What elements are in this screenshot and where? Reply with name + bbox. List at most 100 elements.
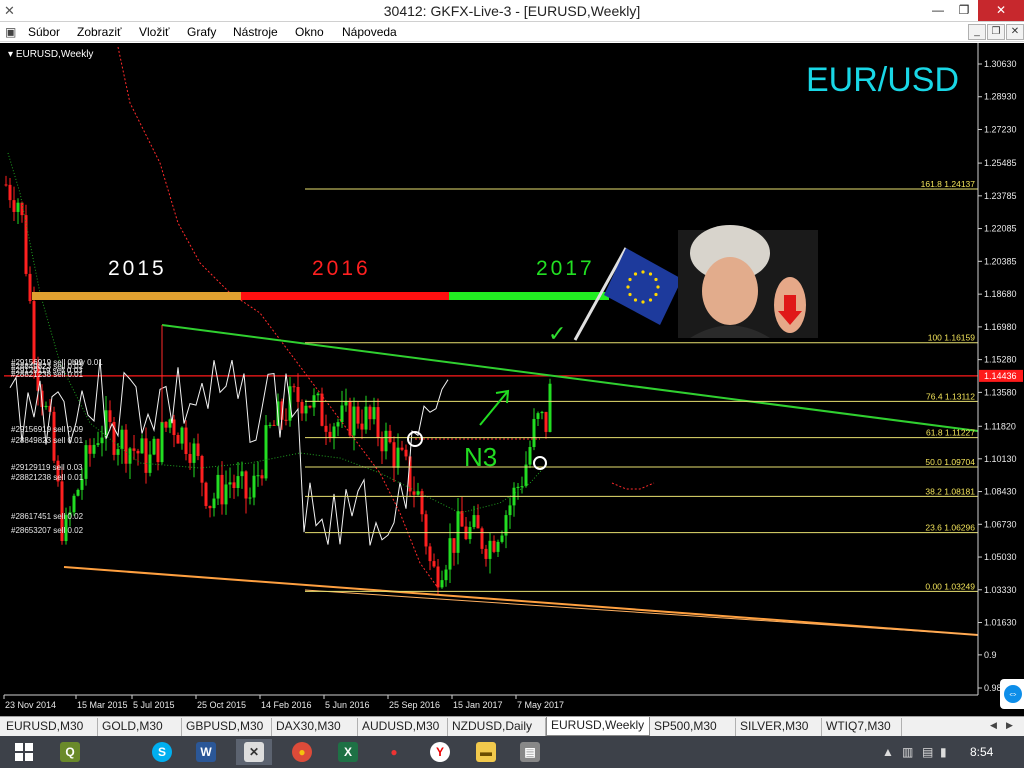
candle-body	[492, 540, 496, 552]
candle-body	[188, 454, 192, 463]
portrait-face	[702, 257, 758, 325]
symbol-tab[interactable]: WTIQ7,M30	[822, 718, 902, 736]
candle-body	[356, 406, 360, 424]
candle-body	[340, 405, 344, 423]
candle-body	[264, 425, 268, 479]
candle-body	[532, 418, 536, 448]
flag-star	[656, 285, 660, 289]
maximize-button[interactable]: ❐	[950, 0, 978, 21]
flag-star	[633, 272, 638, 276]
year-bar-2017	[449, 292, 609, 300]
taskbar-word[interactable]: W	[188, 739, 224, 765]
menu-window[interactable]: Okno	[295, 25, 324, 39]
start-button[interactable]	[4, 739, 44, 765]
price-tick-label: 1.06730	[984, 519, 1017, 529]
taskbar-media[interactable]: ▤	[512, 739, 548, 765]
tab-scroll-right-icon[interactable]: ▶	[1006, 720, 1013, 731]
folder-icon: ▬	[476, 742, 496, 763]
tray-expand-icon[interactable]: ▲	[882, 745, 894, 759]
taskbar-skype[interactable]: S	[144, 739, 180, 765]
skype-icon: S	[152, 742, 172, 763]
candle-body	[152, 438, 156, 455]
candle-body	[212, 498, 216, 509]
candle-body	[32, 301, 36, 364]
mdi-restore-button[interactable]: ❐	[987, 24, 1005, 40]
menu-insert[interactable]: Vložiť	[139, 25, 170, 39]
tray-network-icon[interactable]: ▥	[902, 745, 913, 759]
mdi-close-button[interactable]: ✕	[1006, 24, 1024, 40]
chart-area[interactable]: 161.8 1.24137 100 1.16159 76.4 1.13112 61.8…	[0, 43, 1024, 716]
symbol-tab[interactable]: GOLD,M30	[98, 718, 182, 736]
symbol-label: ▾ EURUSD,Weekly	[8, 49, 94, 60]
taskbar-mt4[interactable]: ✕	[236, 739, 272, 765]
symbol-text: EURUSD,Weekly	[15, 49, 94, 60]
year-label: 2015	[108, 257, 167, 280]
symbol-tab[interactable]: GBPUSD,M30	[182, 718, 272, 736]
candle-body	[156, 438, 160, 463]
taskbar-yandex[interactable]: Y	[422, 739, 458, 765]
candle-body	[236, 476, 240, 489]
symbol-tab[interactable]: SP500,M30	[650, 718, 736, 736]
fib-level-label: 61.8 1.11227	[926, 428, 975, 438]
candle-body	[228, 482, 232, 485]
excel-icon: X	[338, 742, 358, 763]
teamviewer-icon[interactable]: ⇔	[1004, 685, 1022, 703]
candle-body	[248, 497, 252, 499]
candle-body	[300, 401, 304, 414]
parabolic-sar-line	[117, 46, 439, 589]
teamviewer-badge[interactable]: ⇔	[1000, 679, 1024, 709]
fib-level-label: 100 1.16159	[928, 333, 976, 343]
taskbar-chrome[interactable]: ●	[284, 739, 320, 765]
taskbar-clock[interactable]: 8:54	[970, 745, 993, 759]
candle-body	[200, 455, 204, 483]
symbol-tab[interactable]: EURUSD,Weekly	[546, 717, 650, 736]
candle-body	[372, 407, 376, 420]
candle-body	[540, 411, 544, 414]
taskbar-file-explorer[interactable]: ▬	[468, 739, 504, 765]
tray-signal-icon[interactable]: ▮	[940, 745, 947, 759]
minimize-button[interactable]: —	[924, 0, 952, 21]
candle-body	[204, 482, 208, 506]
candle-body	[100, 437, 104, 444]
candle-body	[444, 569, 448, 581]
symbol-tab[interactable]: AUDUSD,M30	[358, 718, 448, 736]
fib-level-label: 38.2 1.08181	[925, 486, 975, 496]
mdi-minimize-button[interactable]: _	[968, 24, 986, 40]
date-tick-label: 15 Mar 2015	[77, 700, 128, 710]
price-chart[interactable]: 161.8 1.24137 100 1.16159 76.4 1.13112 61.8…	[0, 43, 1024, 716]
menu-tools[interactable]: Nástroje	[233, 25, 278, 39]
candle-body	[424, 514, 428, 547]
eu-flag-icon	[604, 248, 682, 325]
close-button[interactable]: ✕	[978, 0, 1024, 21]
menu-help[interactable]: Nápoveda	[342, 25, 397, 39]
chart-window-icon[interactable]: ▣	[5, 25, 16, 39]
candle-body	[180, 427, 184, 444]
date-tick-label: 5 Jul 2015	[133, 700, 175, 710]
date-tick-label: 23 Nov 2014	[5, 700, 56, 710]
year-label: 2017	[536, 257, 595, 280]
menu-view[interactable]: Zobraziť	[77, 25, 122, 39]
symbol-tab[interactable]: SILVER,M30	[736, 718, 822, 736]
price-tick-label: 1.15280	[984, 355, 1017, 365]
taskbar-paint[interactable]: ●	[376, 739, 412, 765]
candle-body	[480, 528, 484, 549]
menu-file[interactable]: Súbor	[28, 25, 60, 39]
tab-scroll-left-icon[interactable]: ◀	[990, 720, 997, 731]
menu-charts[interactable]: Grafy	[187, 25, 216, 39]
taskbar-explorer-search[interactable]: Q	[52, 739, 88, 765]
candle-body	[292, 386, 296, 388]
candle-body	[164, 421, 168, 428]
candle-body	[304, 405, 308, 414]
candle-body	[384, 430, 388, 452]
taskbar-excel[interactable]: X	[330, 739, 366, 765]
tray-keyboard-icon[interactable]: ▤	[922, 745, 933, 759]
order-label: #29156919 sell 0.09	[11, 425, 84, 434]
candle-body	[220, 474, 224, 505]
candle-body	[192, 443, 196, 463]
symbol-tab[interactable]: DAX30,M30	[272, 718, 358, 736]
symbol-tab[interactable]: EURUSD,M30	[2, 718, 98, 736]
candle-body	[488, 540, 492, 559]
symbol-tab[interactable]: NZDUSD,Daily	[448, 718, 546, 736]
candle-body	[140, 438, 144, 454]
candle-body	[8, 184, 12, 201]
